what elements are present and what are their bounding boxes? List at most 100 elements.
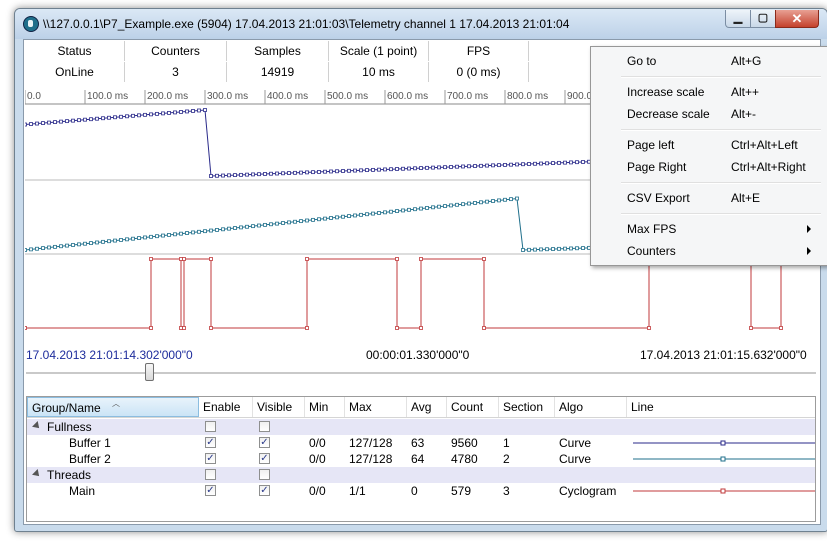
menu-item-go-to[interactable]: Go to Alt+G bbox=[591, 50, 827, 72]
enable-checkbox[interactable] bbox=[205, 421, 216, 432]
series-point bbox=[209, 326, 213, 330]
enable-checkbox[interactable]: ✓ bbox=[205, 437, 216, 448]
series-point bbox=[305, 326, 309, 330]
series-point bbox=[251, 172, 255, 177]
col-group-name[interactable]: ︿ Group/Name bbox=[27, 397, 199, 417]
col-count[interactable]: Count bbox=[447, 397, 499, 417]
series-point bbox=[473, 164, 477, 168]
row-avg: 63 bbox=[411, 436, 425, 450]
series-point bbox=[443, 165, 447, 170]
maximize-button[interactable]: ▢ bbox=[750, 10, 776, 28]
col-line[interactable]: Line bbox=[627, 397, 815, 417]
visible-checkbox[interactable]: ✓ bbox=[259, 453, 270, 464]
series-point bbox=[221, 173, 225, 178]
table-row[interactable]: Main ✓ ✓ 0/0 1/1 0 579 3 Cyclogram bbox=[27, 483, 815, 499]
status-header-fps: FPS bbox=[429, 41, 529, 61]
series-point bbox=[167, 111, 171, 115]
col-max[interactable]: Max bbox=[345, 397, 407, 417]
series-point bbox=[197, 108, 201, 113]
series-point bbox=[47, 120, 51, 125]
col-section[interactable]: Section bbox=[499, 397, 555, 417]
row-min: 0/0 bbox=[309, 436, 326, 450]
row-section: 1 bbox=[503, 436, 510, 450]
close-button[interactable]: ✕ bbox=[775, 10, 819, 28]
group-row[interactable]: Threads bbox=[27, 467, 815, 483]
series-point bbox=[347, 214, 351, 218]
minimize-icon: ▁ bbox=[733, 12, 743, 24]
series-point bbox=[371, 211, 375, 216]
series-point bbox=[233, 173, 237, 177]
series-point bbox=[95, 116, 99, 121]
menu-item-csv-export[interactable]: CSV Export Alt+E bbox=[591, 187, 827, 209]
row-section: 2 bbox=[503, 452, 510, 466]
series-point bbox=[215, 173, 219, 178]
status-value-status: OnLine bbox=[25, 62, 125, 82]
visible-checkbox[interactable]: ✓ bbox=[259, 437, 270, 448]
title-bar[interactable]: \\127.0.0.1\P7_Example.exe (5904) 17.04.… bbox=[15, 9, 827, 39]
series-point bbox=[197, 229, 201, 234]
menu-item-page-right[interactable]: Page Right Ctrl+Alt+Right bbox=[591, 156, 827, 178]
x-tick-label: 500.0 ms bbox=[327, 91, 368, 102]
enable-checkbox[interactable]: ✓ bbox=[205, 453, 216, 464]
row-line-sample bbox=[633, 435, 815, 451]
series-point bbox=[347, 168, 351, 173]
col-avg[interactable]: Avg bbox=[407, 397, 447, 417]
series-point bbox=[383, 167, 387, 172]
menu-item-max-fps[interactable]: Max FPS bbox=[591, 218, 827, 240]
menu-separator bbox=[621, 129, 821, 131]
series-point bbox=[581, 160, 585, 164]
visible-checkbox[interactable] bbox=[259, 421, 270, 432]
group-row[interactable]: Fullness bbox=[27, 419, 815, 435]
menu-item-page-left[interactable]: Page left Ctrl+Alt+Left bbox=[591, 134, 827, 156]
enable-checkbox[interactable]: ✓ bbox=[205, 485, 216, 496]
series-point bbox=[311, 170, 315, 175]
menu-item-decrease-scale[interactable]: Decrease scale Alt+- bbox=[591, 103, 827, 125]
col-algo[interactable]: Algo bbox=[555, 397, 627, 417]
menu-item-counters[interactable]: Counters bbox=[591, 240, 827, 262]
series-point bbox=[185, 109, 189, 114]
close-icon: ✕ bbox=[791, 11, 803, 26]
series-point bbox=[287, 171, 291, 175]
enable-checkbox[interactable] bbox=[205, 469, 216, 480]
menu-item-shortcut: Ctrl+Alt+Right bbox=[731, 160, 806, 174]
collapse-triangle-icon[interactable] bbox=[32, 421, 42, 431]
visible-checkbox[interactable]: ✓ bbox=[259, 485, 270, 496]
series-point bbox=[749, 326, 753, 330]
col-visible[interactable]: Visible bbox=[253, 397, 305, 417]
menu-item-label: Counters bbox=[627, 244, 676, 258]
table-row[interactable]: Buffer 2 ✓ ✓ 0/0 127/128 64 4780 2 Curve bbox=[27, 451, 815, 467]
row-section: 3 bbox=[503, 484, 510, 498]
col-min[interactable]: Min bbox=[305, 397, 345, 417]
series-point bbox=[101, 116, 105, 121]
collapse-triangle-icon[interactable] bbox=[32, 469, 42, 479]
series-point bbox=[569, 160, 573, 165]
series-point bbox=[311, 217, 315, 222]
series-point bbox=[551, 161, 555, 165]
series-point bbox=[533, 161, 537, 166]
series-point bbox=[95, 240, 99, 245]
group-name: Fullness bbox=[47, 420, 92, 434]
row-min: 0/0 bbox=[309, 484, 326, 498]
x-tick-label: 200.0 ms bbox=[147, 91, 188, 102]
visible-checkbox[interactable] bbox=[259, 469, 270, 480]
series-point bbox=[149, 326, 153, 330]
menu-item-increase-scale[interactable]: Increase scale Alt++ bbox=[591, 81, 827, 103]
row-avg: 64 bbox=[411, 452, 425, 466]
series-point bbox=[467, 201, 471, 206]
series-point bbox=[113, 238, 117, 243]
timeline-slider-thumb[interactable] bbox=[144, 363, 154, 381]
row-max: 127/128 bbox=[349, 436, 393, 450]
series-point bbox=[395, 167, 399, 171]
series-point bbox=[575, 246, 579, 251]
menu-separator bbox=[621, 76, 821, 78]
series-point bbox=[209, 257, 213, 261]
series-point bbox=[647, 326, 651, 330]
series-point bbox=[239, 172, 243, 177]
table-row[interactable]: Buffer 1 ✓ ✓ 0/0 127/128 63 9560 1 Curve bbox=[27, 435, 815, 451]
series-point bbox=[779, 326, 783, 330]
minimize-button[interactable]: ▁ bbox=[725, 10, 751, 28]
x-tick-label: 100.0 ms bbox=[87, 91, 128, 102]
col-enable[interactable]: Enable bbox=[199, 397, 253, 417]
series-point bbox=[269, 222, 273, 227]
series-point bbox=[25, 248, 27, 252]
